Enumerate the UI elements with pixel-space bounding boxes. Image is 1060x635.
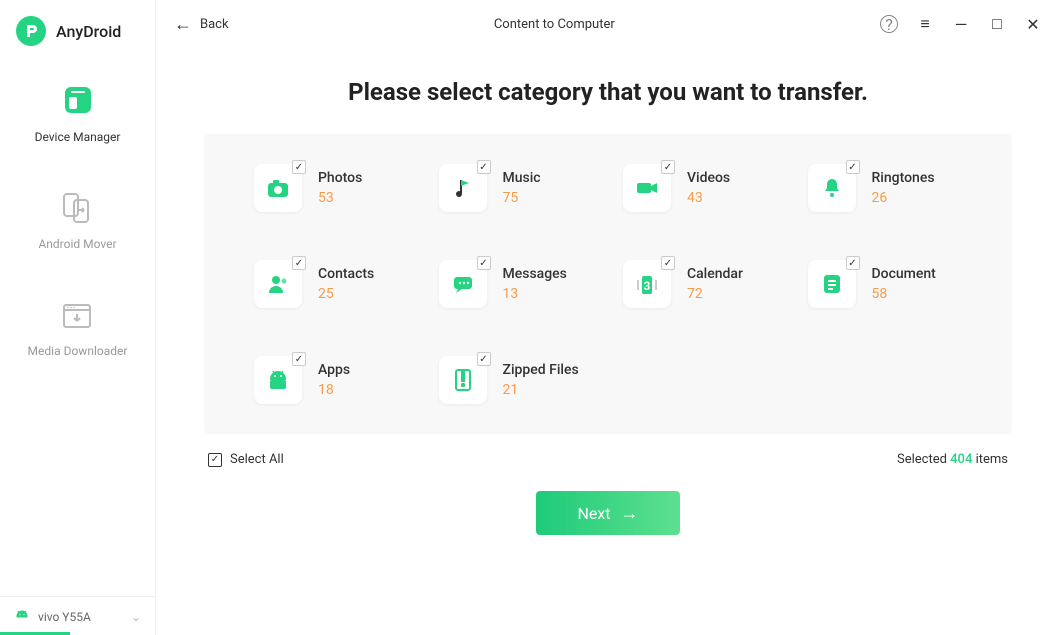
calendar-icon: 3 ✓ [623, 260, 671, 308]
category-zipped-files[interactable]: ✓ Zipped Files 21 [439, 356, 604, 404]
back-label: Back [200, 17, 229, 32]
android-icon [14, 609, 30, 625]
check-icon: ✓ [292, 352, 306, 366]
music-icon: ✓ [439, 164, 487, 212]
back-arrow-icon: ← [174, 14, 192, 35]
document-icon: ✓ [808, 260, 856, 308]
category-count: 43 [687, 190, 730, 206]
check-icon: ✓ [292, 256, 306, 270]
category-contacts[interactable]: ✓ Contacts 25 [254, 260, 419, 308]
category-music[interactable]: ✓ Music 75 [439, 164, 604, 212]
select-all-label: Select All [230, 452, 284, 467]
category-label: Apps [318, 362, 350, 378]
category-ringtones[interactable]: ✓ Ringtones 26 [808, 164, 973, 212]
contacts-icon: ✓ [254, 260, 302, 308]
category-messages[interactable]: ✓ Messages 13 [439, 260, 604, 308]
check-icon: ✓ [292, 160, 306, 174]
menu-icon[interactable]: ≡ [916, 15, 934, 33]
sidebar-item-android-mover[interactable]: Android Mover [38, 189, 116, 251]
maximize-button[interactable]: □ [988, 15, 1006, 33]
category-label: Messages [503, 266, 567, 282]
check-icon: ✓ [661, 256, 675, 270]
category-calendar[interactable]: 3 ✓ Calendar 72 [623, 260, 788, 308]
heading: Please select category that you want to … [204, 78, 1012, 106]
category-photos[interactable]: ✓ Photos 53 [254, 164, 419, 212]
check-icon: ✓ [477, 256, 491, 270]
category-panel: ✓ Photos 53 ✓ Music 75 [204, 134, 1012, 434]
select-all-checkbox[interactable]: ✓ Select All [208, 452, 284, 467]
checkbox-icon: ✓ [208, 453, 222, 467]
svg-text:3: 3 [644, 279, 651, 293]
app-name: AnyDroid [56, 22, 121, 41]
category-label: Contacts [318, 266, 374, 282]
category-videos[interactable]: ✓ Videos 43 [623, 164, 788, 212]
category-count: 58 [872, 286, 936, 302]
category-label: Photos [318, 170, 362, 186]
category-count: 53 [318, 190, 362, 206]
photos-icon: ✓ [254, 164, 302, 212]
next-button[interactable]: Next → [536, 491, 680, 535]
selected-count-text: Selected 404 items [897, 452, 1008, 467]
chevron-down-icon: ⌄ [131, 610, 141, 624]
back-button[interactable]: ← Back [174, 14, 229, 35]
android-mover-icon [59, 189, 95, 225]
check-icon: ✓ [477, 352, 491, 366]
arrow-right-icon: → [621, 503, 639, 524]
messages-icon: ✓ [439, 260, 487, 308]
check-icon: ✓ [661, 160, 675, 174]
zipped-files-icon: ✓ [439, 356, 487, 404]
window-controls: ? ≡ — □ ✕ [880, 15, 1042, 33]
ringtones-icon: ✓ [808, 164, 856, 212]
check-icon: ✓ [846, 256, 860, 270]
sidebar-nav: Device Manager Android Mover Media Downl… [0, 62, 155, 596]
device-manager-icon [60, 82, 96, 118]
category-count: 72 [687, 286, 743, 302]
check-icon: ✓ [846, 160, 860, 174]
page-title: Content to Computer [241, 17, 868, 32]
videos-icon: ✓ [623, 164, 671, 212]
apps-icon: ✓ [254, 356, 302, 404]
category-count: 18 [318, 382, 350, 398]
category-label: Zipped Files [503, 362, 579, 378]
sidebar-item-label: Android Mover [38, 237, 116, 251]
app-logo: AnyDroid [0, 0, 155, 62]
sidebar-item-label: Media Downloader [28, 344, 128, 358]
category-count: 75 [503, 190, 541, 206]
sidebar: AnyDroid Device Manager Android Mover Me… [0, 0, 156, 635]
main-area: ← Back Content to Computer ? ≡ — □ ✕ Ple… [156, 0, 1060, 635]
close-button[interactable]: ✕ [1024, 15, 1042, 33]
footer-row: ✓ Select All Selected 404 items [204, 452, 1012, 467]
sidebar-item-media-downloader[interactable]: Media Downloader [28, 296, 128, 358]
sidebar-item-label: Device Manager [35, 130, 121, 144]
category-label: Calendar [687, 266, 743, 282]
category-document[interactable]: ✓ Document 58 [808, 260, 973, 308]
category-label: Videos [687, 170, 730, 186]
titlebar: ← Back Content to Computer ? ≡ — □ ✕ [156, 0, 1060, 48]
media-downloader-icon [59, 296, 95, 332]
category-count: 26 [872, 190, 935, 206]
app-logo-icon [16, 16, 46, 46]
category-count: 13 [503, 286, 567, 302]
category-apps[interactable]: ✓ Apps 18 [254, 356, 419, 404]
category-grid: ✓ Photos 53 ✓ Music 75 [254, 164, 972, 404]
check-icon: ✓ [477, 160, 491, 174]
device-selector[interactable]: vivo Y55A ⌄ [0, 596, 155, 635]
sidebar-item-device-manager[interactable]: Device Manager [35, 82, 121, 144]
device-name: vivo Y55A [38, 610, 91, 624]
category-label: Music [503, 170, 541, 186]
next-label: Next [577, 504, 610, 523]
category-count: 25 [318, 286, 374, 302]
category-label: Document [872, 266, 936, 282]
minimize-button[interactable]: — [952, 15, 970, 33]
category-label: Ringtones [872, 170, 935, 186]
content: Please select category that you want to … [156, 48, 1060, 635]
help-icon[interactable]: ? [880, 15, 898, 33]
category-count: 21 [503, 382, 579, 398]
